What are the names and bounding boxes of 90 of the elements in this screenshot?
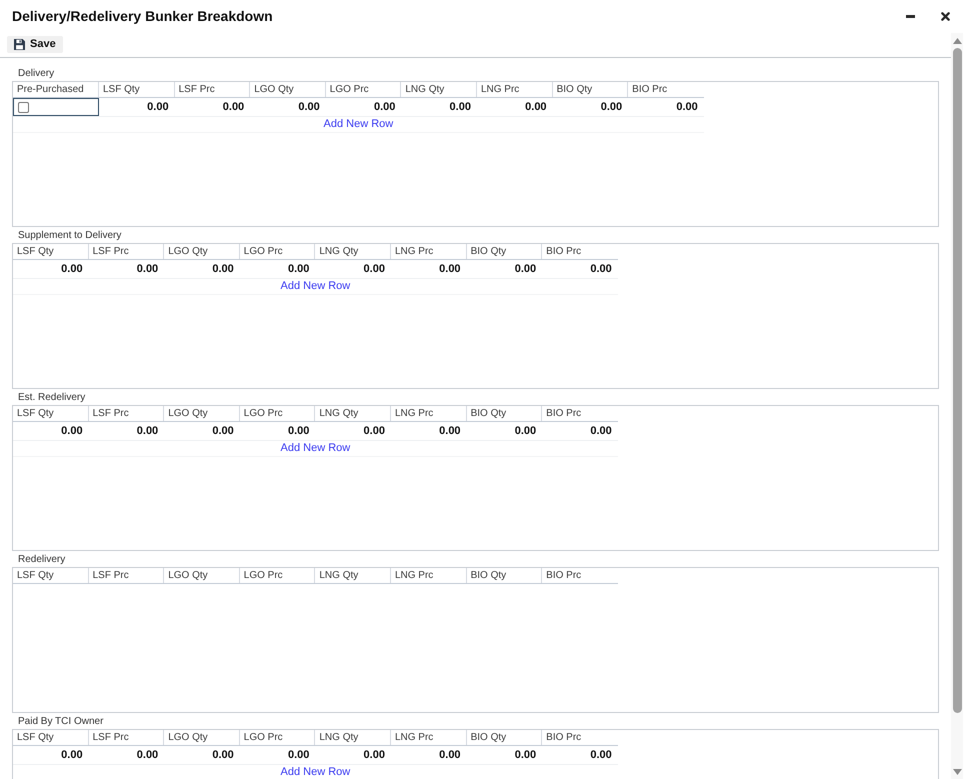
section-title: Redelivery <box>18 552 66 566</box>
table-cell-text: 0.00 <box>514 424 538 439</box>
table-cell-text: 0.00 <box>146 100 170 115</box>
table-cell-text: 0.00 <box>514 748 538 763</box>
column-header: LSF Qty <box>13 730 89 745</box>
table-cell-text: 0.00 <box>136 424 160 439</box>
scroll-up-icon[interactable] <box>952 38 962 44</box>
table-cell-text: 0.00 <box>60 748 84 763</box>
column-header: BIO Qty <box>466 244 542 259</box>
table-cell-text: 0.00 <box>362 748 386 763</box>
table-cell-text: 0.00 <box>60 424 84 439</box>
add-row-link[interactable]: Add New Row <box>280 278 350 295</box>
column-header: LSF Qty <box>13 568 89 583</box>
section-title: Supplement to Delivery <box>18 228 122 242</box>
table-cell-text: 0.00 <box>286 424 310 439</box>
table-cell-text: 0.00 <box>362 424 386 439</box>
column-header: LGO Prc <box>240 406 316 421</box>
column-header: LGO Qty <box>164 730 240 745</box>
column-header: LNG Prc <box>390 244 467 259</box>
column-header: BIO Prc <box>545 569 582 583</box>
section-title: Paid By TCI Owner <box>18 714 104 728</box>
column-header: LSF Qty <box>13 244 89 259</box>
table-cell-text: 0.00 <box>589 262 613 277</box>
window-title: Delivery/Redelivery Bunker Breakdown <box>12 7 273 26</box>
column-header: LNG Prc <box>390 730 467 745</box>
table-cell-text: 0.00 <box>286 262 310 277</box>
table-cell-text: 0.00 <box>136 262 160 277</box>
column-header: LNG Qty <box>315 244 391 259</box>
table-cell-text: 0.00 <box>600 100 624 115</box>
column-header: LSF Prc <box>88 730 164 745</box>
column-header: BIO Qty <box>466 568 542 583</box>
column-header: LSF Qty <box>99 82 175 97</box>
column-header: LNG Prc <box>390 406 467 421</box>
table-cell-text: 0.00 <box>438 424 462 439</box>
save-button[interactable]: Save <box>7 36 63 53</box>
table-cell-text: 0.00 <box>362 262 386 277</box>
table-cell-text: 0.00 <box>372 100 396 115</box>
section-title: Delivery <box>18 66 54 80</box>
section-title: Est. Redelivery <box>18 390 86 404</box>
column-header: LGO Qty <box>164 568 240 583</box>
column-header: LSF Prc <box>88 244 164 259</box>
column-header: LSF Prc <box>174 82 250 97</box>
column-header: LGO Qty <box>164 244 240 259</box>
column-header: LSF Qty <box>13 406 89 421</box>
checkbox[interactable] <box>18 102 29 112</box>
scroll-down-icon[interactable] <box>952 768 962 774</box>
column-header: LNG Qty <box>401 82 477 97</box>
table-cell-text: 0.00 <box>589 748 613 763</box>
table-cell-text: 0.00 <box>589 424 613 439</box>
scrollbar[interactable] <box>951 33 963 779</box>
column-header: LNG Qty <box>315 406 391 421</box>
column-header: BIO Prc <box>545 245 582 259</box>
column-header: LSF Prc <box>88 568 164 583</box>
column-header: LGO Prc <box>240 244 316 259</box>
column-header: BIO Prc <box>545 407 582 421</box>
table-cell-text: 0.00 <box>211 748 235 763</box>
table-cell-text: 0.00 <box>524 100 548 115</box>
column-header: LGO Prc <box>240 568 316 583</box>
table-cell-text: 0.00 <box>438 748 462 763</box>
table-cell-text: 0.00 <box>675 100 699 115</box>
table-cell-text: 0.00 <box>211 262 235 277</box>
column-header: LSF Prc <box>88 406 164 421</box>
table-cell-text: 0.00 <box>211 424 235 439</box>
close-icon[interactable] <box>941 12 950 21</box>
add-row-link[interactable]: Add New Row <box>280 440 350 457</box>
table-cell-text: 0.00 <box>438 262 462 277</box>
column-header: BIO Qty <box>552 82 628 97</box>
add-row-link[interactable]: Add New Row <box>280 764 350 779</box>
column-header: Pre-Purchased <box>13 82 99 97</box>
column-header: LNG Qty <box>315 730 391 745</box>
column-header: LGO Prc <box>326 82 402 97</box>
table-cell-text: 0.00 <box>286 748 310 763</box>
column-header: LGO Qty <box>250 82 326 97</box>
table-cell-text: 0.00 <box>60 262 84 277</box>
column-header: LNG Prc <box>390 568 467 583</box>
table-cell-text: 0.00 <box>222 100 246 115</box>
table-cell-text: 0.00 <box>514 262 538 277</box>
column-header: LNG Prc <box>476 82 553 97</box>
column-header: LGO Prc <box>240 730 316 745</box>
table-cell-text: 0.00 <box>297 100 321 115</box>
add-row-link[interactable]: Add New Row <box>324 116 394 133</box>
column-header: BIO Prc <box>631 83 668 97</box>
table-cell-text: 0.00 <box>448 100 472 115</box>
column-header: BIO Qty <box>466 406 542 421</box>
column-header: BIO Qty <box>466 730 542 745</box>
table-cell-text: 0.00 <box>136 748 160 763</box>
column-header: BIO Prc <box>545 731 582 745</box>
scrollbar-thumb[interactable] <box>952 48 962 713</box>
column-header: LNG Qty <box>315 568 391 583</box>
column-header: LGO Qty <box>164 406 240 421</box>
